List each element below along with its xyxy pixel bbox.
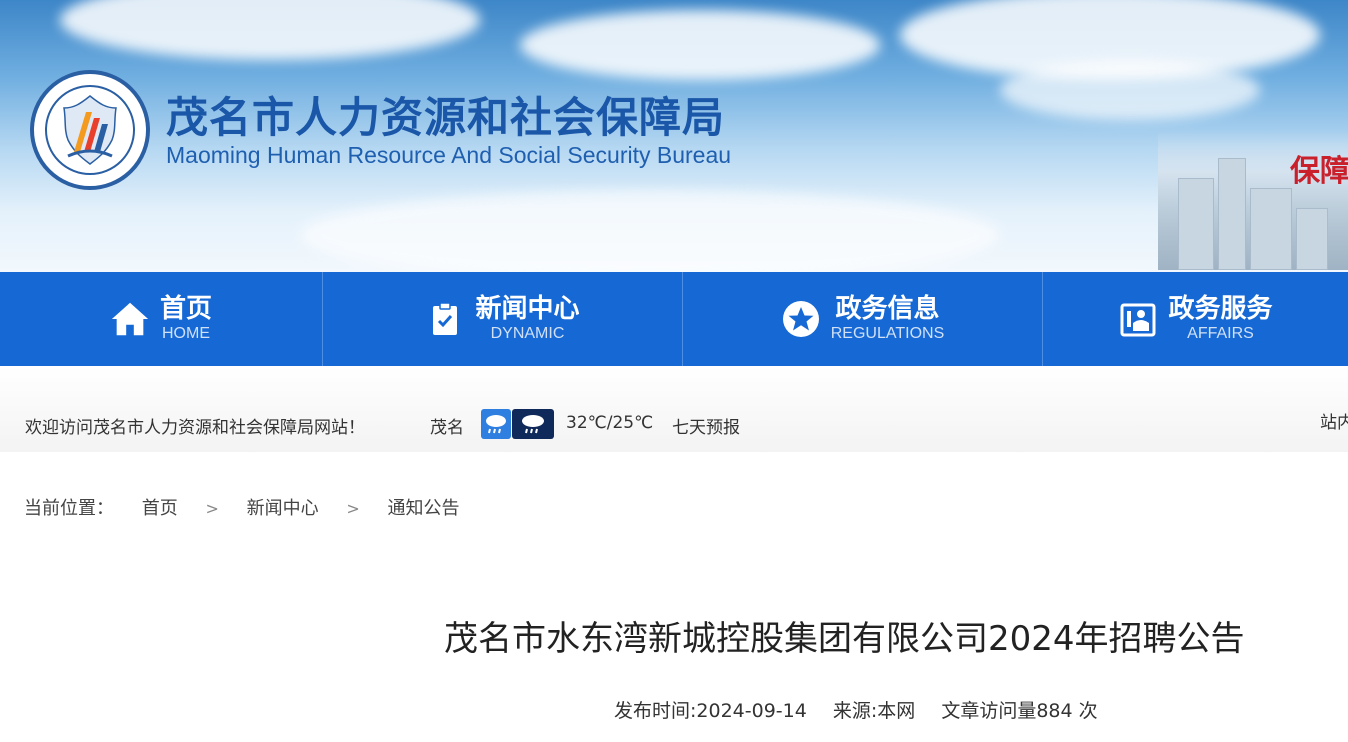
welcome-bar <box>0 366 1348 452</box>
nav-regulations-label: 政务信息 <box>835 294 940 324</box>
nav-regulations[interactable]: 政务信息 REGULATIONS <box>683 272 1043 366</box>
welcome-text: 欢迎访问茂名市人力资源和社会保障局网站！ <box>25 418 365 438</box>
view-count: 文章访问量884 次 <box>941 700 1098 722</box>
rain-day-icon <box>481 409 511 439</box>
nav-news-label: 新闻中心 <box>475 294 580 324</box>
seven-day-forecast-link[interactable]: 七天预报 <box>672 413 740 438</box>
breadcrumb: 当前位置： 首页 > 新闻中心 > 通知公告 <box>24 494 459 520</box>
article-meta: 发布时间:2024-09-14 来源:本网 文章访问量884 次 <box>614 696 1118 723</box>
star-icon <box>781 299 821 339</box>
rain-night-icon <box>512 409 554 439</box>
clipboard-icon <box>425 299 465 339</box>
publish-date: 发布时间:2024-09-14 <box>614 700 807 722</box>
nav-regulations-en: REGULATIONS <box>830 325 945 342</box>
banner-slogan: 保障 <box>1290 154 1348 189</box>
nav-affairs-label: 政务服务 <box>1168 294 1273 324</box>
breadcrumb-home[interactable]: 首页 <box>142 494 178 520</box>
main-nav: 首页 HOME 新闻中心 DYNAMIC 政务信息 REGULATIONS 政务… <box>0 272 1348 366</box>
breadcrumb-news[interactable]: 新闻中心 <box>247 494 319 520</box>
home-icon <box>110 299 150 339</box>
breadcrumb-label: 当前位置： <box>24 498 114 519</box>
article-source: 来源:本网 <box>832 700 916 722</box>
service-icon <box>1118 299 1158 339</box>
nav-home-en: HOME <box>161 325 210 342</box>
weather-temperature: 32℃/25℃ <box>566 413 654 433</box>
site-search-link[interactable]: 站内 <box>1320 408 1348 433</box>
header-banner: 茂名市人力资源和社会保障局 Maoming Human Resource And… <box>0 0 1348 272</box>
nav-news-en: DYNAMIC <box>490 325 565 342</box>
article-title: 茂名市水东湾新城控股集团有限公司2024年招聘公告 <box>444 619 1245 659</box>
weather-city: 茂名 <box>430 418 464 438</box>
nav-affairs-en: AFFAIRS <box>1187 325 1254 342</box>
chevron-right-icon: > <box>346 499 360 518</box>
chevron-right-icon: > <box>205 499 219 518</box>
breadcrumb-notices[interactable]: 通知公告 <box>387 494 459 520</box>
site-title: 茂名市人力资源和社会保障局 <box>166 93 726 142</box>
nav-news[interactable]: 新闻中心 DYNAMIC <box>323 272 683 366</box>
nav-home[interactable]: 首页 HOME <box>0 272 323 366</box>
nav-home-label: 首页 <box>159 294 212 324</box>
nav-affairs[interactable]: 政务服务 AFFAIRS <box>1043 272 1348 366</box>
site-subtitle: Maoming Human Resource And Social Securi… <box>166 142 732 168</box>
bureau-logo[interactable] <box>30 70 150 190</box>
